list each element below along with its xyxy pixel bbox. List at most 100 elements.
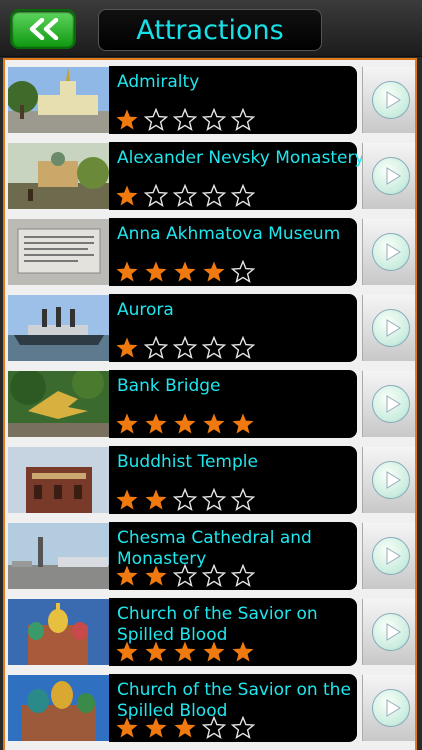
attraction-name: Buddhist Temple	[117, 452, 258, 472]
star-filled-icon	[116, 413, 138, 434]
app-root: { "header": { "title": "Attractions", "b…	[0, 0, 422, 750]
star-filled-icon	[203, 641, 225, 662]
attraction-info: Anna Akhmatova Museum	[109, 218, 357, 286]
star-filled-icon	[116, 337, 138, 358]
list-item[interactable]: Admiralty	[8, 64, 415, 136]
attraction-name: Aurora	[117, 300, 174, 320]
star-filled-icon	[232, 641, 254, 662]
star-filled-icon	[145, 565, 167, 586]
star-empty-icon	[231, 716, 255, 740]
star-empty-icon	[202, 564, 226, 588]
open-detail-button[interactable]	[362, 447, 415, 513]
star-empty-icon	[144, 184, 168, 208]
attraction-info: Church of the Savior on Spilled Blood	[109, 598, 357, 666]
star-empty-icon	[202, 716, 226, 740]
attractions-list[interactable]: Admiralty Alexander Nevsky Monastery Anna …	[3, 58, 417, 750]
list-item[interactable]: Church of the Savior on the Spilled Bloo…	[8, 672, 415, 744]
star-filled-icon	[116, 641, 138, 662]
star-empty-icon	[144, 336, 168, 360]
play-arrow-icon	[372, 385, 410, 423]
open-detail-button[interactable]	[362, 295, 415, 361]
star-empty-icon	[173, 488, 197, 512]
star-empty-icon	[202, 488, 226, 512]
star-filled-icon	[116, 565, 138, 586]
star-empty-icon	[231, 184, 255, 208]
list-item[interactable]: Chesma Cathedral and Monastery	[8, 520, 415, 592]
top-bar: Attractions	[0, 0, 422, 57]
rating-stars	[115, 336, 255, 360]
list-item[interactable]: Alexander Nevsky Monastery	[8, 140, 415, 212]
star-filled-icon	[145, 413, 167, 434]
attraction-thumbnail	[8, 67, 109, 133]
attraction-thumbnail	[8, 371, 109, 437]
star-filled-icon	[116, 261, 138, 282]
star-empty-icon	[173, 108, 197, 132]
attraction-info: Chesma Cathedral and Monastery	[109, 522, 357, 590]
star-filled-icon	[203, 413, 225, 434]
attraction-info: Aurora	[109, 294, 357, 362]
rating-stars	[115, 716, 255, 740]
open-detail-button[interactable]	[362, 371, 415, 437]
star-filled-icon	[174, 717, 196, 738]
play-arrow-icon	[372, 157, 410, 195]
star-empty-icon	[231, 336, 255, 360]
star-empty-icon	[202, 184, 226, 208]
play-arrow-icon	[372, 233, 410, 271]
open-detail-button[interactable]	[362, 675, 415, 741]
list-item[interactable]: Church of the Savior on Spilled Blood	[8, 596, 415, 668]
attraction-name: Alexander Nevsky Monastery	[117, 148, 365, 168]
attraction-name: Bank Bridge	[117, 376, 221, 396]
list-item[interactable]: Buddhist Temple	[8, 444, 415, 516]
back-button[interactable]	[10, 9, 76, 49]
attraction-name: Admiralty	[117, 72, 200, 92]
play-arrow-icon	[372, 689, 410, 727]
play-arrow-icon	[372, 81, 410, 119]
star-filled-icon	[116, 185, 138, 206]
star-empty-icon	[202, 336, 226, 360]
star-empty-icon	[231, 260, 255, 284]
attraction-name: Anna Akhmatova Museum	[117, 224, 341, 244]
rating-stars	[115, 412, 255, 436]
rating-stars	[115, 640, 255, 664]
play-arrow-icon	[372, 309, 410, 347]
attraction-thumbnail	[8, 143, 109, 209]
star-filled-icon	[145, 641, 167, 662]
star-empty-icon	[173, 336, 197, 360]
star-filled-icon	[174, 261, 196, 282]
star-filled-icon	[116, 717, 138, 738]
list-item[interactable]: Anna Akhmatova Museum	[8, 216, 415, 288]
play-arrow-icon	[372, 613, 410, 651]
attraction-info: Bank Bridge	[109, 370, 357, 438]
attraction-thumbnail	[8, 295, 109, 361]
attraction-info: Buddhist Temple	[109, 446, 357, 514]
rating-stars	[115, 108, 255, 132]
attraction-info: Alexander Nevsky Monastery	[109, 142, 365, 210]
open-detail-button[interactable]	[362, 523, 415, 589]
attraction-thumbnail	[8, 523, 109, 589]
list-item[interactable]: Bank Bridge	[8, 368, 415, 440]
page-title: Attractions	[98, 9, 322, 51]
rating-stars	[115, 184, 255, 208]
attraction-thumbnail	[8, 447, 109, 513]
attraction-info: Church of the Savior on the Spilled Bloo…	[109, 674, 357, 742]
open-detail-button[interactable]	[362, 143, 415, 209]
star-filled-icon	[174, 641, 196, 662]
open-detail-button[interactable]	[362, 599, 415, 665]
play-arrow-icon	[372, 461, 410, 499]
star-empty-icon	[231, 108, 255, 132]
open-detail-button[interactable]	[362, 219, 415, 285]
star-filled-icon	[145, 489, 167, 510]
open-detail-button[interactable]	[362, 67, 415, 133]
attraction-thumbnail	[8, 219, 109, 285]
list-item[interactable]: Aurora	[8, 292, 415, 364]
star-empty-icon	[173, 184, 197, 208]
star-filled-icon	[145, 261, 167, 282]
attraction-thumbnail	[8, 675, 109, 741]
rating-stars	[115, 564, 255, 588]
star-filled-icon	[145, 717, 167, 738]
star-empty-icon	[173, 564, 197, 588]
star-filled-icon	[116, 109, 138, 130]
play-arrow-icon	[372, 537, 410, 575]
star-filled-icon	[174, 413, 196, 434]
star-empty-icon	[231, 488, 255, 512]
